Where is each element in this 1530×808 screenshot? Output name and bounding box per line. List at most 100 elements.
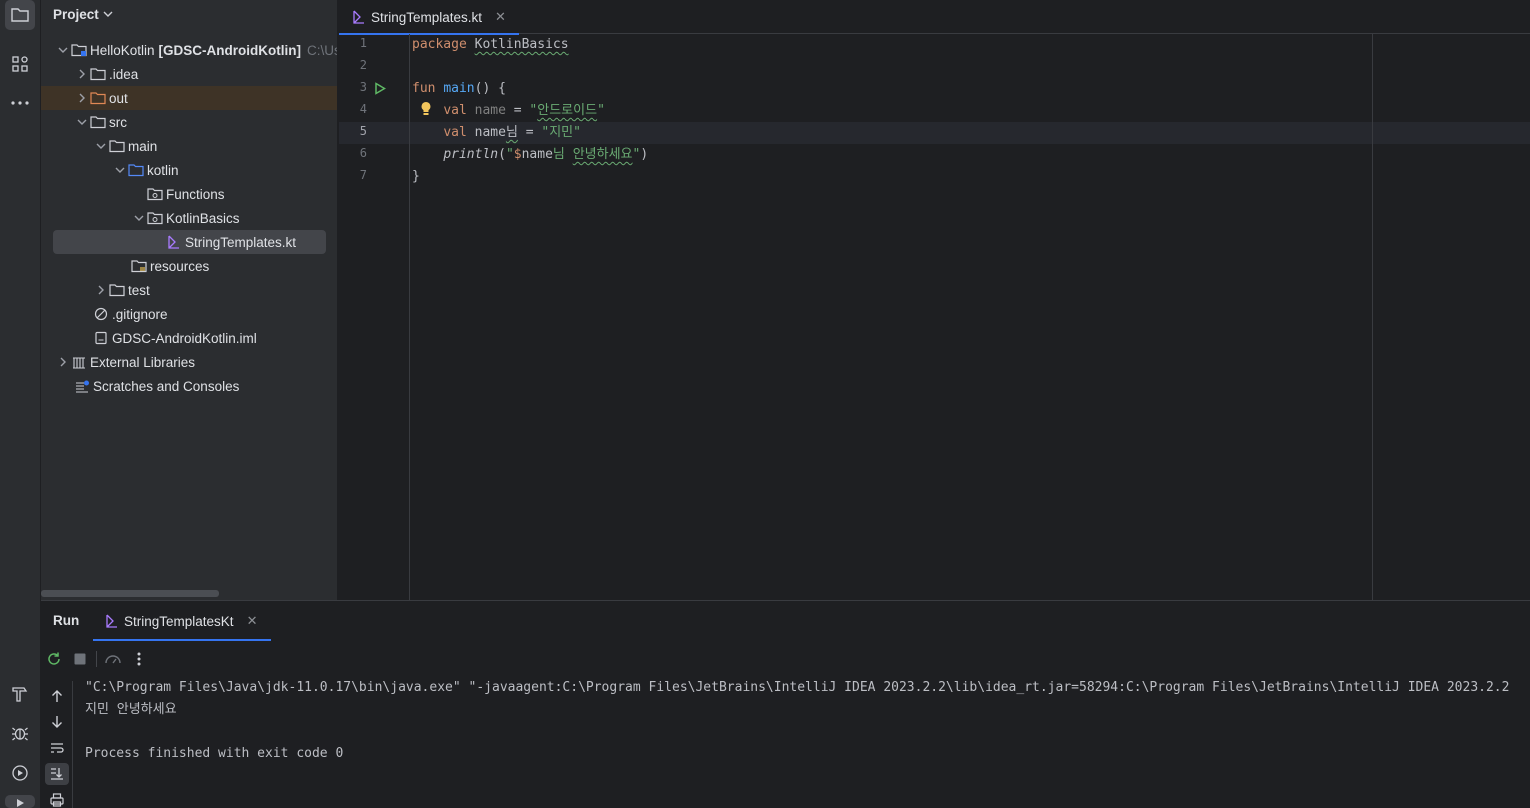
line-number: 3 xyxy=(359,80,367,94)
print-button[interactable] xyxy=(45,789,69,808)
stop-icon xyxy=(74,653,86,665)
run-tab-stringtemplateskt[interactable]: StringTemplatesKt ✕ xyxy=(93,601,271,641)
tree-item-gitignore[interactable]: .gitignore xyxy=(41,302,337,326)
source-folder-icon xyxy=(128,162,144,178)
template-variable-token: name xyxy=(521,147,553,162)
tree-item-label: StringTemplates.kt xyxy=(185,234,297,250)
editor-gutter: 1 2 3 4 5 6 7 xyxy=(339,34,431,600)
console-output[interactable]: "C:\Program Files\Java\jdk-11.0.17\bin\j… xyxy=(85,677,1530,765)
stop-button[interactable] xyxy=(67,647,93,671)
run-tab-label: StringTemplatesKt xyxy=(124,613,234,629)
package-name-token: KotlinBasics xyxy=(474,37,569,52)
chevron-down-icon[interactable] xyxy=(74,114,90,130)
editor-area: StringTemplates.kt ✕ 1 2 3 4 5 6 7 packa… xyxy=(339,0,1530,600)
arrow-up-icon xyxy=(52,690,62,702)
scroll-up-button[interactable] xyxy=(45,685,69,707)
code-editor[interactable]: package KotlinBasics fun main() { val na… xyxy=(412,34,1530,600)
chevron-right-icon[interactable] xyxy=(55,354,71,370)
chevron-down-icon[interactable] xyxy=(131,210,147,226)
tree-item-label: resources xyxy=(150,258,210,274)
more-options-button[interactable] xyxy=(126,647,152,671)
string-quote-token: " xyxy=(505,147,514,162)
tree-item-idea[interactable]: .idea xyxy=(41,62,337,86)
punctuation-token: ) xyxy=(640,147,649,162)
build-tool-button[interactable] xyxy=(5,679,35,709)
rerun-icon xyxy=(48,652,60,665)
tree-item-hellokotlin[interactable]: HelloKotlin [GDSC-AndroidKotlin] C:\Us xyxy=(41,38,337,62)
chevron-right-icon[interactable] xyxy=(93,282,109,298)
project-tool-button[interactable] xyxy=(5,0,35,30)
soft-wrap-icon xyxy=(51,743,64,753)
hammer-icon xyxy=(12,687,28,702)
toolbar-separator xyxy=(96,651,97,667)
string-literal-token: 안드로이드 xyxy=(537,103,598,118)
scroll-to-end-icon xyxy=(51,768,63,780)
tree-item-src[interactable]: src xyxy=(41,110,337,134)
operator-token: = xyxy=(517,125,542,140)
iml-file-icon xyxy=(93,330,109,346)
punctuation-token: } xyxy=(412,169,420,184)
console-line-command: "C:\Program Files\Java\jdk-11.0.17\bin\j… xyxy=(85,680,1510,695)
tree-item-test[interactable]: test xyxy=(41,278,337,302)
project-panel-header[interactable]: Project xyxy=(53,5,113,23)
tree-item-kotlinbasics[interactable]: KotlinBasics xyxy=(41,206,337,230)
profiler-button[interactable] xyxy=(100,647,126,671)
console-side-toolbar xyxy=(41,681,73,808)
tree-item-stringtemplates[interactable]: StringTemplates.kt xyxy=(53,230,326,254)
editor-tab-bar: StringTemplates.kt ✕ xyxy=(339,0,1530,35)
folder-icon xyxy=(90,114,106,130)
project-panel: Project HelloKotlin [GDSC-AndroidKotlin]… xyxy=(41,0,338,600)
close-tab-icon[interactable]: ✕ xyxy=(495,9,506,25)
tree-item-resources[interactable]: resources xyxy=(41,254,337,278)
project-panel-title: Project xyxy=(53,6,99,22)
line-number: 6 xyxy=(359,146,367,160)
run-gutter-icon[interactable] xyxy=(374,82,386,95)
tree-item-label: kotlin xyxy=(147,162,179,178)
line-number: 2 xyxy=(359,58,367,72)
scroll-to-end-button[interactable] xyxy=(45,763,69,785)
string-quote-token: " xyxy=(597,103,605,118)
tree-item-kotlin[interactable]: kotlin xyxy=(41,158,337,182)
more-tools-button[interactable] xyxy=(5,88,35,118)
project-horizontal-scrollbar[interactable] xyxy=(41,590,219,597)
code-line-3: fun main() { xyxy=(412,78,506,100)
module-folder-icon xyxy=(71,42,87,58)
tree-item-label: External Libraries xyxy=(90,354,196,370)
tree-item-label: .idea xyxy=(109,66,139,82)
editor-tab-stringtemplates[interactable]: StringTemplates.kt ✕ xyxy=(339,0,519,35)
rerun-button[interactable] xyxy=(41,647,67,671)
tree-item-out[interactable]: out xyxy=(41,86,337,110)
debug-tool-button[interactable] xyxy=(5,718,35,748)
editor-tab-label: StringTemplates.kt xyxy=(371,9,483,25)
tool-window-strip xyxy=(0,0,41,808)
close-tab-icon[interactable]: ✕ xyxy=(247,613,258,629)
function-name-token: main xyxy=(443,81,475,96)
tree-item-main[interactable]: main xyxy=(41,134,337,158)
gutter-separator xyxy=(409,34,410,600)
code-line-1: package KotlinBasics xyxy=(412,34,569,56)
tree-item-label: Functions xyxy=(166,186,225,202)
tree-item-label: main xyxy=(128,138,158,154)
structure-tool-button[interactable] xyxy=(5,49,35,79)
string-literal-token: 안녕하세요 xyxy=(572,147,633,162)
variable-suffix-token: 님 xyxy=(505,125,518,140)
gauge-icon xyxy=(105,655,121,664)
chevron-down-icon[interactable] xyxy=(55,42,71,58)
run-tool-button[interactable] xyxy=(5,795,35,808)
folder-icon xyxy=(11,8,29,22)
services-tool-button[interactable] xyxy=(5,758,35,788)
chevron-down-icon[interactable] xyxy=(93,138,109,154)
tree-item-label: out xyxy=(109,90,128,106)
scroll-down-button[interactable] xyxy=(45,711,69,733)
tree-item-external-libraries[interactable]: External Libraries xyxy=(41,350,337,374)
tree-item-scratches[interactable]: Scratches and Consoles xyxy=(41,374,337,398)
code-line-4: val name = "안드로이드" xyxy=(412,100,605,122)
tree-item-iml[interactable]: GDSC-AndroidKotlin.iml xyxy=(41,326,337,350)
chevron-down-icon[interactable] xyxy=(112,162,128,178)
chevron-right-icon[interactable] xyxy=(74,90,90,106)
package-icon xyxy=(147,210,163,226)
soft-wrap-button[interactable] xyxy=(45,737,69,759)
chevron-right-icon[interactable] xyxy=(74,66,90,82)
tree-item-functions[interactable]: Functions xyxy=(41,182,337,206)
